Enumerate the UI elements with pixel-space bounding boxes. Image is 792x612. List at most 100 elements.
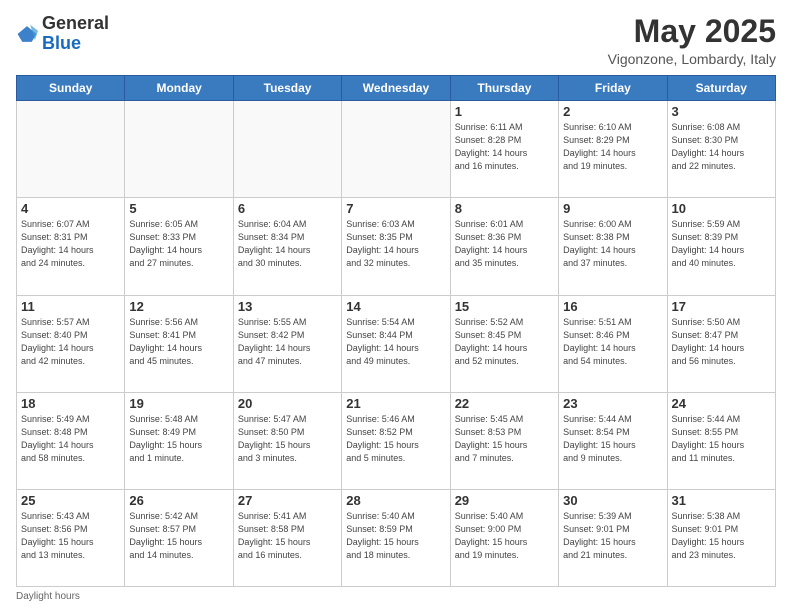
day-number: 22: [455, 396, 554, 411]
day-info: Sunrise: 5:50 AM Sunset: 8:47 PM Dayligh…: [672, 316, 771, 368]
day-info: Sunrise: 5:43 AM Sunset: 8:56 PM Dayligh…: [21, 510, 120, 562]
calendar-cell: [233, 101, 341, 198]
calendar-cell: 4 Sunrise: 6:07 AM Sunset: 8:31 PM Daylig…: [17, 198, 125, 295]
header: General Blue May 2025 Vigonzone, Lombard…: [16, 14, 776, 67]
calendar-cell: 16 Sunrise: 5:51 AM Sunset: 8:46 PM Dayli…: [559, 295, 667, 392]
calendar-cell: 24 Sunrise: 5:44 AM Sunset: 8:55 PM Dayli…: [667, 392, 775, 489]
day-number: 9: [563, 201, 662, 216]
day-number: 20: [238, 396, 337, 411]
calendar-cell: 8Sunrise: 6:01 AM Sunset: 8:36 PM Daylig…: [450, 198, 558, 295]
calendar-cell: 17 Sunrise: 5:50 AM Sunset: 8:47 PM Dayli…: [667, 295, 775, 392]
calendar-cell: [342, 101, 450, 198]
day-number: 1: [455, 104, 554, 119]
day-info: Sunrise: 6:08 AM Sunset: 8:30 PM Dayligh…: [672, 121, 771, 173]
calendar-cell: 13Sunrise: 5:55 AM Sunset: 8:42 PM Dayli…: [233, 295, 341, 392]
day-number: 28: [346, 493, 445, 508]
day-info: Sunrise: 6:07 AM Sunset: 8:31 PM Dayligh…: [21, 218, 120, 270]
day-info: Sunrise: 5:41 AM Sunset: 8:58 PM Dayligh…: [238, 510, 337, 562]
day-info: Sunrise: 6:11 AM Sunset: 8:28 PM Dayligh…: [455, 121, 554, 173]
calendar-cell: 9 Sunrise: 6:00 AM Sunset: 8:38 PM Daylig…: [559, 198, 667, 295]
day-info: Sunrise: 5:39 AM Sunset: 9:01 PM Dayligh…: [563, 510, 662, 562]
calendar-cell: 31 Sunrise: 5:38 AM Sunset: 9:01 PM Dayli…: [667, 489, 775, 586]
day-number: 30: [563, 493, 662, 508]
logo-general: General: [42, 13, 109, 33]
day-number: 21: [346, 396, 445, 411]
calendar-cell: 18Sunrise: 5:49 AM Sunset: 8:48 PM Dayli…: [17, 392, 125, 489]
footer-note: Daylight hours: [16, 591, 776, 602]
day-number: 11: [21, 299, 120, 314]
day-info: Sunrise: 5:51 AM Sunset: 8:46 PM Dayligh…: [563, 316, 662, 368]
day-info: Sunrise: 6:10 AM Sunset: 8:29 PM Dayligh…: [563, 121, 662, 173]
week-row-1: 1 Sunrise: 6:11 AM Sunset: 8:28 PM Daylig…: [17, 101, 776, 198]
calendar-cell: 15 Sunrise: 5:52 AM Sunset: 8:45 PM Dayli…: [450, 295, 558, 392]
day-info: Sunrise: 5:46 AM Sunset: 8:52 PM Dayligh…: [346, 413, 445, 465]
calendar-cell: 28 Sunrise: 5:40 AM Sunset: 8:59 PM Dayli…: [342, 489, 450, 586]
calendar-cell: 7 Sunrise: 6:03 AM Sunset: 8:35 PM Daylig…: [342, 198, 450, 295]
day-number: 18: [21, 396, 120, 411]
day-number: 17: [672, 299, 771, 314]
day-number: 31: [672, 493, 771, 508]
day-info: Sunrise: 6:04 AM Sunset: 8:34 PM Dayligh…: [238, 218, 337, 270]
calendar-cell: 3 Sunrise: 6:08 AM Sunset: 8:30 PM Daylig…: [667, 101, 775, 198]
day-number: 29: [455, 493, 554, 508]
calendar-cell: 29Sunrise: 5:40 AM Sunset: 9:00 PM Dayli…: [450, 489, 558, 586]
day-number: 24: [672, 396, 771, 411]
day-number: 5: [129, 201, 228, 216]
weekday-header-sunday: Sunday: [17, 76, 125, 101]
day-number: 3: [672, 104, 771, 119]
weekday-header-row: SundayMondayTuesdayWednesdayThursdayFrid…: [17, 76, 776, 101]
day-number: 2: [563, 104, 662, 119]
weekday-header-monday: Monday: [125, 76, 233, 101]
day-info: Sunrise: 6:05 AM Sunset: 8:33 PM Dayligh…: [129, 218, 228, 270]
weekday-header-friday: Friday: [559, 76, 667, 101]
day-info: Sunrise: 5:40 AM Sunset: 8:59 PM Dayligh…: [346, 510, 445, 562]
logo-text-block: General Blue: [42, 14, 109, 54]
day-number: 8: [455, 201, 554, 216]
day-info: Sunrise: 5:42 AM Sunset: 8:57 PM Dayligh…: [129, 510, 228, 562]
page: General Blue May 2025 Vigonzone, Lombard…: [0, 0, 792, 612]
day-info: Sunrise: 5:38 AM Sunset: 9:01 PM Dayligh…: [672, 510, 771, 562]
weekday-header-thursday: Thursday: [450, 76, 558, 101]
weekday-header-wednesday: Wednesday: [342, 76, 450, 101]
day-info: Sunrise: 6:03 AM Sunset: 8:35 PM Dayligh…: [346, 218, 445, 270]
week-row-3: 11Sunrise: 5:57 AM Sunset: 8:40 PM Dayli…: [17, 295, 776, 392]
day-number: 13: [238, 299, 337, 314]
calendar-cell: 14Sunrise: 5:54 AM Sunset: 8:44 PM Dayli…: [342, 295, 450, 392]
calendar-cell: [125, 101, 233, 198]
calendar-cell: 25 Sunrise: 5:43 AM Sunset: 8:56 PM Dayli…: [17, 489, 125, 586]
calendar-cell: 27 Sunrise: 5:41 AM Sunset: 8:58 PM Dayli…: [233, 489, 341, 586]
calendar-cell: 5 Sunrise: 6:05 AM Sunset: 8:33 PM Daylig…: [125, 198, 233, 295]
calendar-cell: 23Sunrise: 5:44 AM Sunset: 8:54 PM Dayli…: [559, 392, 667, 489]
day-number: 27: [238, 493, 337, 508]
day-number: 7: [346, 201, 445, 216]
calendar-cell: 11Sunrise: 5:57 AM Sunset: 8:40 PM Dayli…: [17, 295, 125, 392]
day-info: Sunrise: 6:00 AM Sunset: 8:38 PM Dayligh…: [563, 218, 662, 270]
calendar-table: SundayMondayTuesdayWednesdayThursdayFrid…: [16, 75, 776, 587]
calendar-cell: 19 Sunrise: 5:48 AM Sunset: 8:49 PM Dayli…: [125, 392, 233, 489]
logo: General Blue: [16, 14, 109, 54]
day-info: Sunrise: 5:44 AM Sunset: 8:55 PM Dayligh…: [672, 413, 771, 465]
day-info: Sunrise: 5:56 AM Sunset: 8:41 PM Dayligh…: [129, 316, 228, 368]
location-subtitle: Vigonzone, Lombardy, Italy: [608, 51, 776, 67]
day-number: 25: [21, 493, 120, 508]
generalblue-logo-icon: [16, 23, 38, 45]
day-info: Sunrise: 5:52 AM Sunset: 8:45 PM Dayligh…: [455, 316, 554, 368]
logo-blue: Blue: [42, 33, 81, 53]
day-number: 6: [238, 201, 337, 216]
day-number: 23: [563, 396, 662, 411]
day-number: 19: [129, 396, 228, 411]
day-number: 4: [21, 201, 120, 216]
day-number: 15: [455, 299, 554, 314]
calendar-cell: 2 Sunrise: 6:10 AM Sunset: 8:29 PM Daylig…: [559, 101, 667, 198]
calendar-cell: 30 Sunrise: 5:39 AM Sunset: 9:01 PM Dayli…: [559, 489, 667, 586]
calendar-cell: 6 Sunrise: 6:04 AM Sunset: 8:34 PM Daylig…: [233, 198, 341, 295]
day-info: Sunrise: 5:45 AM Sunset: 8:53 PM Dayligh…: [455, 413, 554, 465]
day-info: Sunrise: 5:48 AM Sunset: 8:49 PM Dayligh…: [129, 413, 228, 465]
day-info: Sunrise: 5:47 AM Sunset: 8:50 PM Dayligh…: [238, 413, 337, 465]
calendar-cell: 10Sunrise: 5:59 AM Sunset: 8:39 PM Dayli…: [667, 198, 775, 295]
calendar-cell: 20 Sunrise: 5:47 AM Sunset: 8:50 PM Dayli…: [233, 392, 341, 489]
daylight-hours-label: Daylight hours: [16, 591, 80, 602]
calendar-cell: 22 Sunrise: 5:45 AM Sunset: 8:53 PM Dayli…: [450, 392, 558, 489]
day-number: 16: [563, 299, 662, 314]
day-info: Sunrise: 5:59 AM Sunset: 8:39 PM Dayligh…: [672, 218, 771, 270]
